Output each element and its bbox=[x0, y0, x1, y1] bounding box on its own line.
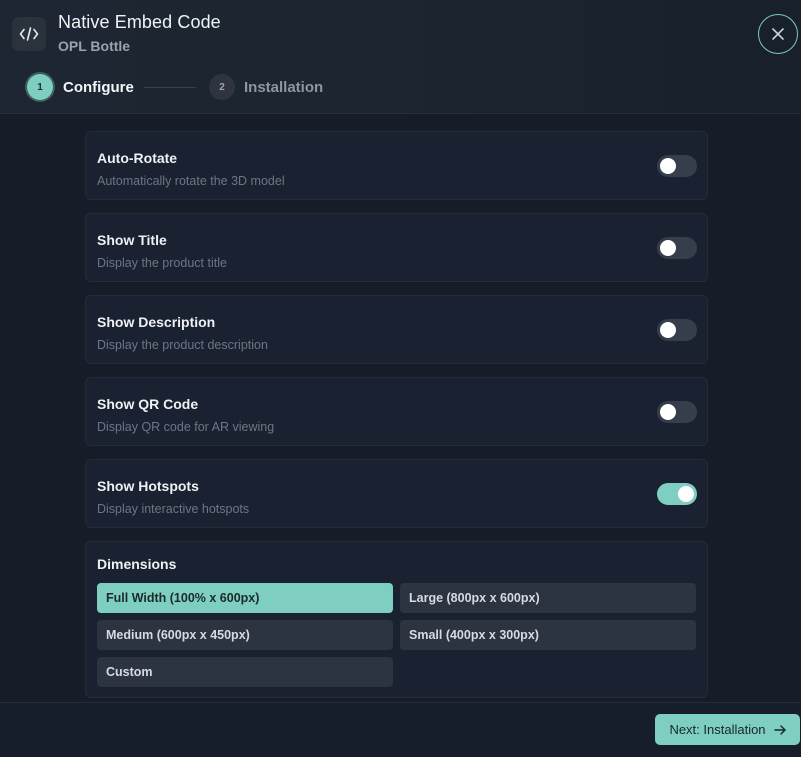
code-icon bbox=[12, 17, 46, 51]
step-connector bbox=[144, 87, 196, 88]
option-title: Show Title bbox=[97, 232, 167, 248]
modal-subtitle: OPL Bottle bbox=[58, 38, 131, 54]
step-configure[interactable]: 1 Configure bbox=[27, 74, 134, 100]
option-description: Display the product title bbox=[97, 256, 227, 270]
option-description: Display QR code for AR viewing bbox=[97, 420, 275, 434]
show-hotspots-toggle[interactable] bbox=[657, 483, 697, 505]
step-label: Installation bbox=[244, 78, 324, 96]
option-title: Auto-Rotate bbox=[97, 150, 178, 166]
dimension-large[interactable]: Large (800px x 600px) bbox=[400, 583, 696, 613]
modal-title: Native Embed Code bbox=[58, 12, 221, 32]
option-description: Display interactive hotspots bbox=[97, 502, 250, 516]
option-description: Display the product description bbox=[97, 338, 268, 352]
option-show-qr-code: Show QR Code Display QR code for AR view… bbox=[85, 377, 708, 446]
step-number: 1 bbox=[27, 74, 53, 100]
dimension-small[interactable]: Small (400px x 300px) bbox=[400, 620, 696, 650]
dimension-custom[interactable]: Custom bbox=[97, 657, 393, 687]
option-show-description: Show Description Display the product des… bbox=[85, 295, 708, 364]
embed-code-modal: Native Embed Code OPL Bottle 1 Configure… bbox=[0, 0, 801, 757]
dimension-full-width[interactable]: Full Width (100% x 600px) bbox=[97, 583, 393, 613]
toggle-knob bbox=[660, 322, 676, 338]
toggle-knob bbox=[660, 158, 676, 174]
option-show-title: Show Title Display the product title bbox=[85, 213, 708, 282]
step-label: Configure bbox=[63, 78, 134, 96]
option-show-hotspots: Show Hotspots Display interactive hotspo… bbox=[85, 459, 708, 528]
step-number: 2 bbox=[209, 74, 235, 100]
show-title-toggle[interactable] bbox=[657, 237, 697, 259]
dimension-medium[interactable]: Medium (600px x 450px) bbox=[97, 620, 393, 650]
close-icon bbox=[772, 28, 784, 40]
modal-footer: Next: Installation bbox=[0, 702, 801, 757]
option-description: Automatically rotate the 3D model bbox=[97, 174, 285, 188]
toggle-knob bbox=[660, 404, 676, 420]
arrow-right-icon bbox=[773, 724, 786, 735]
close-button[interactable] bbox=[758, 14, 798, 54]
toggle-knob bbox=[660, 240, 676, 256]
option-title: Show Description bbox=[97, 314, 216, 330]
option-title: Show QR Code bbox=[97, 396, 199, 412]
modal-content: Auto-Rotate Automatically rotate the 3D … bbox=[0, 114, 801, 702]
toggle-knob bbox=[678, 486, 694, 502]
next-installation-button[interactable]: Next: Installation bbox=[655, 714, 800, 745]
modal-header: Native Embed Code OPL Bottle 1 Configure… bbox=[0, 0, 801, 114]
step-installation[interactable]: 2 Installation bbox=[209, 74, 323, 100]
option-title: Show Hotspots bbox=[97, 478, 199, 494]
show-qr-code-toggle[interactable] bbox=[657, 401, 697, 423]
show-description-toggle[interactable] bbox=[657, 319, 697, 341]
dimensions-section: Dimensions Full Width (100% x 600px) Lar… bbox=[85, 541, 708, 698]
dimensions-title: Dimensions bbox=[97, 556, 177, 572]
auto-rotate-toggle[interactable] bbox=[657, 155, 697, 177]
option-auto-rotate: Auto-Rotate Automatically rotate the 3D … bbox=[85, 131, 708, 200]
next-button-label: Next: Installation bbox=[669, 722, 766, 737]
